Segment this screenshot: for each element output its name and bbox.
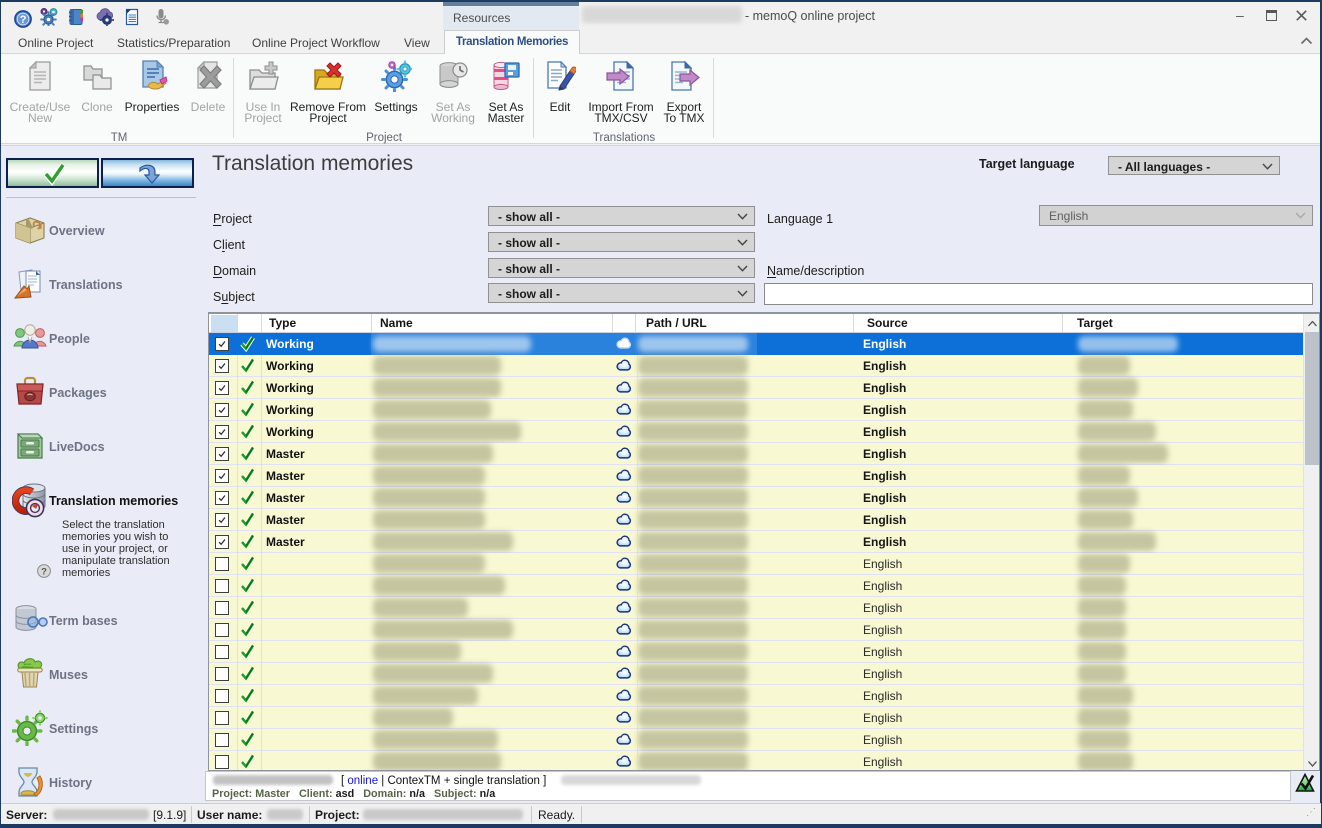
- svg-text:?: ?: [41, 566, 47, 577]
- svg-text:?: ?: [20, 14, 27, 26]
